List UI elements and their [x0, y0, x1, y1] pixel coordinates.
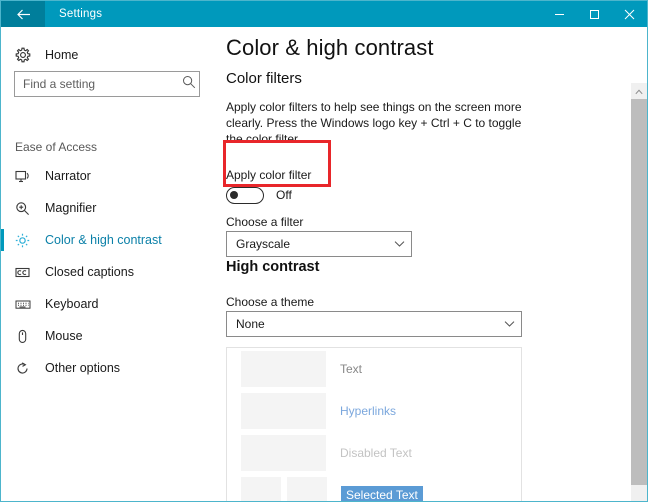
scrollbar-up-button[interactable] — [631, 83, 647, 99]
minimize-button[interactable] — [542, 1, 577, 27]
title-bar: Settings — [1, 1, 647, 27]
toggle-knob — [230, 190, 238, 199]
theme-selected-value: None — [236, 317, 265, 331]
sidebar-label: Mouse — [45, 329, 83, 343]
color-swatch[interactable] — [241, 351, 326, 387]
chevron-down-icon — [387, 240, 411, 248]
color-swatch[interactable] — [287, 477, 327, 501]
sidebar-item-magnifier[interactable]: Magnifier — [1, 192, 215, 224]
mouse-icon — [15, 329, 41, 344]
color-filters-heading: Color filters — [226, 70, 302, 87]
high-contrast-heading: High contrast — [226, 259, 320, 275]
brightness-icon — [15, 233, 41, 248]
magnifier-icon — [15, 201, 41, 216]
back-arrow-icon — [16, 8, 31, 21]
sidebar-label: Other options — [45, 361, 121, 375]
search-input[interactable] — [15, 73, 178, 95]
apply-color-filter-label: Apply color filter — [226, 168, 312, 182]
sidebar-label: Closed captions — [45, 265, 134, 279]
scrollbar-track-top — [631, 53, 647, 83]
sidebar-item-mouse[interactable]: Mouse — [1, 320, 215, 352]
search-button[interactable] — [178, 75, 199, 94]
close-icon — [624, 9, 635, 20]
color-swatch[interactable] — [241, 435, 326, 471]
choose-a-theme-dropdown[interactable]: None — [226, 311, 522, 337]
scrollbar-thumb[interactable] — [631, 99, 647, 485]
vertical-scrollbar[interactable] — [631, 53, 647, 501]
sidebar-item-narrator[interactable]: Narrator — [1, 160, 215, 192]
sidebar-group-label: Ease of Access — [15, 140, 98, 154]
keyboard-icon — [15, 297, 41, 312]
sidebar-item-other-options[interactable]: Other options — [1, 352, 215, 384]
gear-icon — [15, 47, 41, 63]
selection-indicator — [1, 229, 4, 251]
sidebar-home-label: Home — [45, 48, 79, 62]
chevron-down-icon — [497, 320, 521, 328]
back-button[interactable] — [1, 1, 45, 27]
sidebar-label: Keyboard — [45, 297, 99, 311]
sidebar-label: Magnifier — [45, 201, 97, 215]
search-icon — [182, 75, 196, 94]
sidebar-item-color-high-contrast[interactable]: Color & high contrast — [1, 224, 215, 256]
refresh-icon — [15, 361, 41, 376]
preview-row: Selected Text — [227, 474, 521, 501]
choose-a-filter-dropdown[interactable]: Grayscale — [226, 231, 412, 257]
preview-row: Hyperlinks — [227, 390, 521, 432]
sidebar-label: Color & high contrast — [45, 233, 162, 247]
apply-color-filter-toggle-row: Off — [226, 185, 292, 205]
apply-color-filter-toggle[interactable] — [226, 186, 264, 204]
toggle-state-label: Off — [276, 188, 292, 202]
window-title: Settings — [59, 8, 103, 20]
minimize-icon — [554, 9, 565, 20]
preview-row: Disabled Text — [227, 432, 521, 474]
preview-row: Text — [227, 348, 521, 390]
filter-selected-value: Grayscale — [236, 237, 291, 251]
closed-captions-icon — [15, 265, 41, 280]
close-button[interactable] — [612, 1, 647, 27]
maximize-button[interactable] — [577, 1, 612, 27]
main-content: Color & high contrast Color filters Appl… — [215, 27, 647, 501]
sidebar-item-keyboard[interactable]: Keyboard — [1, 288, 215, 320]
preview-label: Selected Text — [341, 486, 423, 501]
choose-a-filter-label: Choose a filter — [226, 215, 304, 229]
color-swatch[interactable] — [241, 393, 326, 429]
maximize-icon — [589, 9, 600, 20]
sidebar-item-home[interactable]: Home — [15, 40, 165, 70]
preview-label: Text — [340, 362, 363, 376]
window-content: Home Ease of Access — [1, 27, 647, 501]
sidebar-item-closed-captions[interactable]: Closed captions — [1, 256, 215, 288]
sidebar-nav-list: Narrator Magnifier Color & high contrast… — [1, 160, 215, 384]
sidebar-label: Narrator — [45, 169, 91, 183]
window-controls — [542, 1, 647, 27]
page-title: Color & high contrast — [226, 35, 434, 60]
color-filters-description: Apply color filters to help see things o… — [226, 100, 522, 146]
high-contrast-preview-panel: Text Hyperlinks Disabled Text Selected T… — [226, 347, 522, 501]
chevron-up-icon — [635, 82, 643, 100]
color-swatch[interactable] — [241, 477, 281, 501]
settings-window: Settings Home Find a setting Ease of Acc… — [0, 0, 648, 502]
search-box[interactable] — [14, 71, 200, 97]
narrator-icon — [15, 169, 41, 184]
preview-label: Hyperlinks — [340, 404, 397, 418]
preview-label: Disabled Text — [340, 446, 412, 460]
choose-a-theme-label: Choose a theme — [226, 295, 315, 309]
sidebar: Home Ease of Access — [1, 27, 215, 501]
